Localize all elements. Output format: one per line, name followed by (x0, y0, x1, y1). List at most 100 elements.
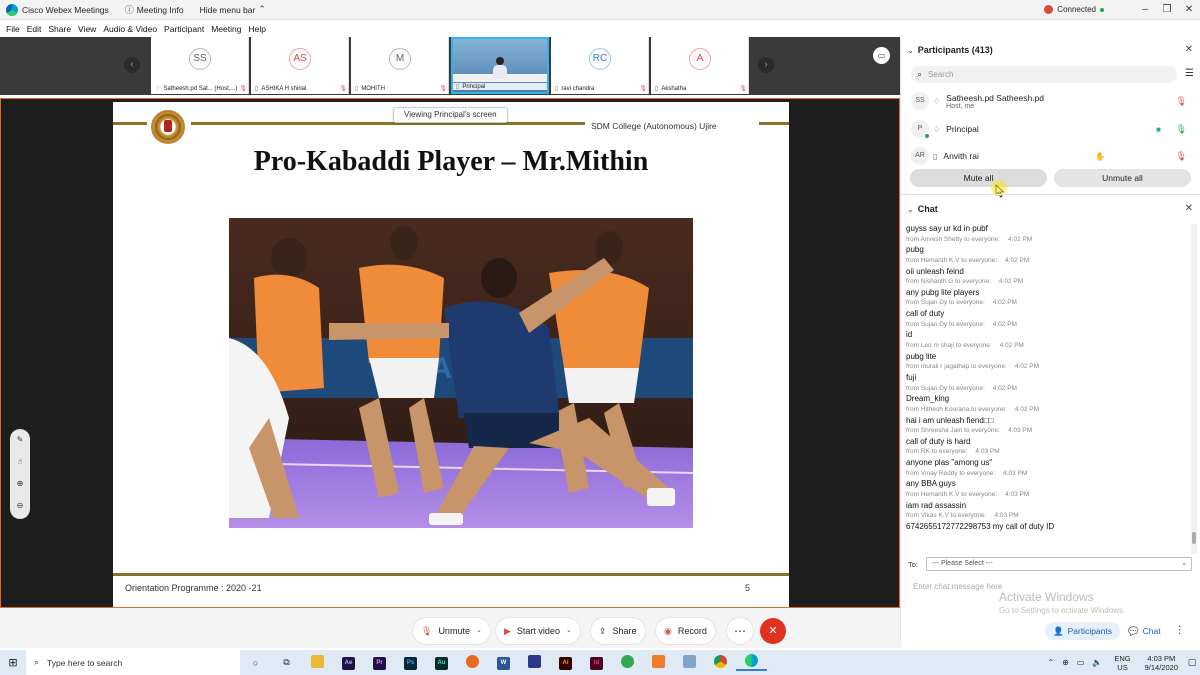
participant-row[interactable]: P ♢ Principal ■ 🎙 (911, 117, 1191, 141)
record-button[interactable]: ◉ Record (656, 618, 715, 644)
chat-scrollbar[interactable] (1191, 224, 1197, 554)
participant-row[interactable]: AR ▯ Anvith rai ✋ 🎙 (911, 144, 1191, 168)
indesign-icon[interactable]: Id (581, 656, 612, 670)
start-video-button[interactable]: ▶ Start video ⌄ (496, 618, 580, 644)
chat-time: 4:02 PM (998, 278, 1024, 286)
menu-share[interactable]: Share (46, 24, 76, 34)
thumbnail-tile[interactable]: RC ▯ ravi chandra 🎙 (551, 37, 649, 94)
notifications-icon[interactable]: ▢ (1184, 657, 1200, 668)
webex-taskbar-icon[interactable] (736, 654, 767, 671)
tray-chevron-up-icon[interactable]: ⌃ (1047, 658, 1054, 667)
network-icon[interactable]: ⊕ (1062, 658, 1069, 667)
slide-title: Pro-Kabaddi Player – Mr.Mithin (253, 146, 649, 177)
firefox-icon[interactable] (457, 655, 488, 670)
participant-name: Principal (946, 124, 979, 134)
tab-chat[interactable]: 💬 Chat (1120, 622, 1169, 640)
close-window-icon[interactable]: ✕ (1178, 4, 1200, 15)
more-panels-icon[interactable]: ⋮ (1175, 622, 1185, 640)
chat-message: call of duty (906, 309, 945, 319)
chat-message: hai i am unleash fiend□□ (906, 415, 994, 425)
app-folder-icon[interactable] (674, 655, 705, 670)
participant-search-input[interactable]: ⌕ Search (911, 66, 1177, 83)
chevron-up-icon: ⌃ (258, 4, 266, 14)
strip-next-icon[interactable]: › (758, 57, 774, 73)
volume-icon[interactable]: 🔈 (1092, 658, 1102, 667)
thumbnail-name: ravi chandra (561, 85, 595, 92)
mute-all-button[interactable]: Mute all (910, 169, 1047, 187)
muted-mic-icon[interactable]: 🎙 (1176, 96, 1187, 107)
chat-message-input[interactable]: Enter chat message here (913, 582, 1002, 591)
panel-tabs: 👤 Participants 💬 Chat ⋮ (1045, 622, 1185, 640)
audition-icon[interactable]: Au (426, 656, 457, 670)
chevron-down-icon[interactable]: ⌄ (566, 618, 572, 644)
pointer-icon[interactable]: ☝ (10, 451, 30, 473)
device-icon: ▯ (933, 151, 938, 161)
premiere-icon[interactable]: Pr (364, 656, 395, 670)
chat-sender: from RK to everyone: (906, 448, 968, 456)
thumbnail-tile[interactable]: A ▯ Akshatha 🎙 (651, 37, 749, 94)
zoom-out-icon[interactable]: ⊖ (10, 495, 30, 517)
recipient-select[interactable]: --- Please Select --- ⌄ (926, 557, 1193, 571)
thumbnail-tile-video[interactable]: ▯ Principal (451, 37, 549, 94)
thumbnail-tile[interactable]: SS ♢ Satheesh.pd Sat... (Host,...) 🎙 (151, 37, 249, 94)
avatar: SS (189, 48, 211, 70)
word-icon[interactable]: W (488, 656, 519, 670)
app-green-icon[interactable] (612, 655, 643, 670)
clock[interactable]: 4:03 PM 9/14/2020 (1145, 654, 1178, 672)
tab-participants[interactable]: 👤 Participants (1045, 622, 1121, 640)
after-effects-icon[interactable]: Ae (333, 656, 364, 670)
start-video-label: Start video (516, 626, 560, 636)
hide-menu-bar-button[interactable]: Hide menu bar ⌃ (192, 4, 277, 15)
chat-header[interactable]: ⌄ Chat (907, 204, 938, 214)
menu-edit[interactable]: Edit (25, 24, 47, 34)
participant-row[interactable]: SS ♢ Satheesh.pd Satheesh.pd Host, me 🎙 (911, 89, 1191, 113)
shared-screen-stage: Viewing Principal's screen SDM College (… (0, 98, 900, 608)
muted-mic-icon[interactable]: 🎙 (1176, 151, 1187, 162)
app-orange-icon[interactable] (643, 655, 674, 670)
meeting-info-button[interactable]: ⓘ Meeting Info (117, 3, 192, 16)
illustrator-icon[interactable]: Ai (550, 656, 581, 670)
windows-start-icon[interactable]: ⊞ (0, 656, 26, 669)
chat-sender: from Anvesh Shetty to everyone: (906, 235, 1000, 243)
unmuted-mic-icon[interactable]: 🎙 (1176, 124, 1187, 135)
layout-icon[interactable]: ▭ (873, 47, 890, 64)
sort-icon[interactable]: ☰ (1185, 68, 1194, 79)
scrollbar-thumb[interactable] (1192, 532, 1196, 544)
menu-audio-video[interactable]: Audio & Video (101, 24, 162, 34)
chevron-down-icon[interactable]: ⌄ (476, 618, 482, 644)
thumbnail-tile[interactable]: AS ▯ ASHIKA H shirial 🎙 (251, 37, 349, 94)
chrome-icon[interactable] (705, 655, 736, 670)
chat-meta: from Hithesh Koorana to everyone: 4:02 PM (906, 405, 1188, 416)
close-participants-icon[interactable]: ✕ (1185, 44, 1193, 55)
menu-help[interactable]: Help (246, 24, 270, 34)
leave-meeting-icon[interactable]: ✕ (760, 618, 786, 644)
thumbnail-tile[interactable]: M ▯ MOHITH 🎙 (351, 37, 449, 94)
battery-icon[interactable]: ▭ (1077, 658, 1085, 667)
cortana-icon[interactable]: ○ (240, 658, 271, 668)
menu-file[interactable]: File (4, 24, 25, 34)
share-button[interactable]: ⇪ Share (591, 618, 645, 644)
photoshop-icon[interactable]: Ps (395, 656, 426, 670)
task-view-icon[interactable]: ⧉ (271, 657, 302, 668)
unmute-all-button[interactable]: Unmute all (1054, 169, 1191, 187)
restore-icon[interactable]: ❐ (1156, 4, 1178, 15)
annotate-icon[interactable]: ✎ (10, 429, 30, 451)
chat-message-list: guyss say ur kd in pubf from Anvesh Shet… (906, 224, 1188, 533)
menu-meeting[interactable]: Meeting (209, 24, 246, 34)
chat-meta: from Sujan Dy to everyone: 4:02 PM (906, 298, 1188, 309)
app-icon[interactable] (519, 655, 550, 670)
chat-message: oii unleash feind (906, 266, 964, 276)
more-options-icon[interactable]: ⋯ (727, 618, 753, 644)
close-chat-icon[interactable]: ✕ (1185, 203, 1193, 214)
zoom-in-icon[interactable]: ⊕ (10, 473, 30, 495)
menu-participant[interactable]: Participant (162, 24, 209, 34)
chat-time: 4:03 PM (1005, 491, 1030, 499)
language-indicator[interactable]: ENG US (1114, 654, 1130, 672)
file-explorer-icon[interactable] (302, 655, 333, 670)
unmute-button[interactable]: 🎙 Unmute ⌄ (413, 618, 490, 644)
taskbar-search-input[interactable]: ⌕ Type here to search (26, 650, 240, 675)
participants-header[interactable]: ⌄ Participants (413) (907, 45, 993, 55)
menu-view[interactable]: View (76, 24, 101, 34)
strip-prev-icon[interactable]: ‹ (124, 57, 140, 73)
minimize-icon[interactable]: – (1134, 4, 1156, 15)
